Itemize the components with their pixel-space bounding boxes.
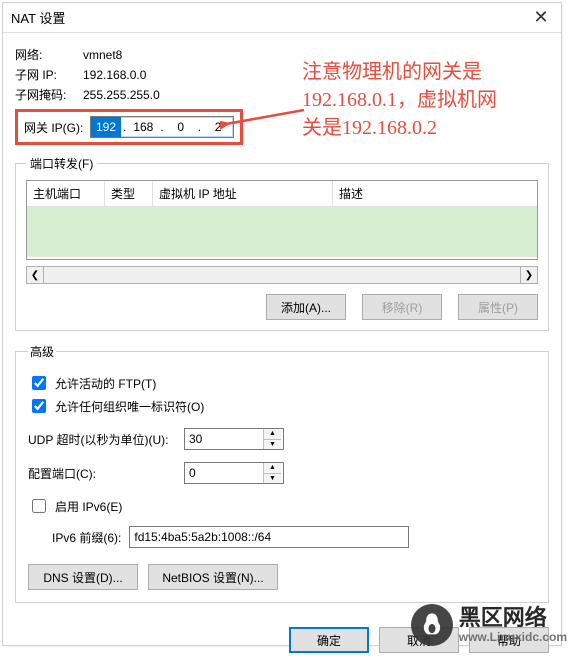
gateway-octet-3[interactable] <box>166 117 196 137</box>
port-forwarding-group: 端口转发(F) 主机端口 类型 虚拟机 IP 地址 描述 ❮ ❯ 添加(A)..… <box>15 155 549 331</box>
gateway-highlight-box: 网关 IP(G): . . . <box>15 109 243 145</box>
allow-active-ftp-checkbox[interactable] <box>32 376 46 390</box>
allow-active-ftp-label: 允许活动的 FTP(T) <box>55 375 156 392</box>
gateway-ip-input[interactable]: . . . <box>90 116 234 138</box>
udp-timeout-row: UDP 超时(以秒为单位)(U): ▲ ▼ <box>28 428 536 450</box>
port-forwarding-table[interactable]: 主机端口 类型 虚拟机 IP 地址 描述 <box>26 180 538 260</box>
subnet-mask-row: 子网掩码: 255.255.255.0 <box>15 86 549 103</box>
scroll-right-icon[interactable]: ❯ <box>520 266 538 284</box>
subnet-mask-value: 255.255.255.0 <box>83 88 160 102</box>
ip-dot: . <box>158 120 165 134</box>
network-row: 网络: vmnet8 <box>15 46 549 63</box>
udp-timeout-spinner[interactable]: ▲ ▼ <box>184 428 284 450</box>
spin-up-icon[interactable]: ▲ <box>264 429 281 439</box>
network-value: vmnet8 <box>83 48 122 62</box>
spin-down-icon[interactable]: ▼ <box>264 473 281 484</box>
spin-up-icon[interactable]: ▲ <box>264 463 281 473</box>
scroll-left-icon[interactable]: ❮ <box>26 266 44 284</box>
col-host-port[interactable]: 主机端口 <box>27 181 105 206</box>
watermark: 黑区网络 www.Linuxidc.com <box>411 604 567 646</box>
enable-ipv6-label: 启用 IPv6(E) <box>55 498 122 515</box>
watermark-url: www.Linuxidc.com <box>459 631 567 644</box>
enable-ipv6-row[interactable]: 启用 IPv6(E) <box>28 496 536 516</box>
network-label: 网络: <box>15 46 83 63</box>
dns-settings-button[interactable]: DNS 设置(D)... <box>28 564 138 590</box>
table-body-empty[interactable] <box>27 207 537 257</box>
watermark-text: 黑区网络 www.Linuxidc.com <box>459 606 567 643</box>
col-desc[interactable]: 描述 <box>333 181 537 206</box>
titlebar: NAT 设置 ✕ <box>3 3 561 33</box>
allow-any-oui-checkbox[interactable] <box>32 399 46 413</box>
subnet-ip-value: 192.168.0.0 <box>83 68 146 82</box>
col-type[interactable]: 类型 <box>105 181 153 206</box>
gateway-octet-4[interactable] <box>203 117 233 137</box>
ok-button[interactable]: 确定 <box>289 627 369 653</box>
content-area: 网络: vmnet8 子网 IP: 192.168.0.0 子网掩码: 255.… <box>3 33 561 619</box>
ipv6-prefix-label: IPv6 前缀(6): <box>52 529 121 546</box>
gateway-row: 网关 IP(G): . . . <box>15 109 549 145</box>
subnet-ip-label: 子网 IP: <box>15 66 83 83</box>
close-icon[interactable]: ✕ <box>529 7 553 28</box>
remove-button: 移除(R) <box>362 294 442 320</box>
config-port-row: 配置端口(C): ▲ ▼ <box>28 462 536 484</box>
allow-any-oui-label: 允许任何组织唯一标识符(O) <box>55 398 204 415</box>
allow-active-ftp-row[interactable]: 允许活动的 FTP(T) <box>28 373 536 393</box>
nat-settings-dialog: NAT 设置 ✕ 网络: vmnet8 子网 IP: 192.168.0.0 子… <box>2 2 562 646</box>
col-vm-ip[interactable]: 虚拟机 IP 地址 <box>153 181 333 206</box>
watermark-logo-icon <box>411 604 453 646</box>
netbios-settings-button[interactable]: NetBIOS 设置(N)... <box>148 564 278 590</box>
gateway-label: 网关 IP(G): <box>24 119 90 136</box>
watermark-name: 黑区网络 <box>459 606 567 630</box>
gateway-octet-1[interactable] <box>91 117 121 137</box>
subnet-ip-row: 子网 IP: 192.168.0.0 <box>15 66 549 83</box>
horizontal-scrollbar[interactable]: ❮ ❯ <box>26 266 538 284</box>
gateway-octet-2[interactable] <box>128 117 158 137</box>
scroll-track[interactable] <box>44 266 520 284</box>
allow-any-oui-row[interactable]: 允许任何组织唯一标识符(O) <box>28 396 536 416</box>
ip-dot: . <box>196 120 203 134</box>
udp-timeout-input[interactable] <box>185 429 263 449</box>
subnet-mask-label: 子网掩码: <box>15 86 83 103</box>
port-forwarding-legend: 端口转发(F) <box>26 155 97 172</box>
properties-button: 属性(P) <box>458 294 538 320</box>
ipv6-prefix-input[interactable] <box>129 526 409 548</box>
add-button[interactable]: 添加(A)... <box>266 294 346 320</box>
spin-down-icon[interactable]: ▼ <box>264 439 281 450</box>
enable-ipv6-checkbox[interactable] <box>32 499 46 513</box>
advanced-group: 高级 允许活动的 FTP(T) 允许任何组织唯一标识符(O) UDP 超时(以秒… <box>15 343 549 603</box>
table-header: 主机端口 类型 虚拟机 IP 地址 描述 <box>27 181 537 207</box>
ipv6-prefix-row: IPv6 前缀(6): <box>52 526 536 548</box>
dialog-title: NAT 设置 <box>11 8 65 27</box>
config-port-spinner[interactable]: ▲ ▼ <box>184 462 284 484</box>
advanced-legend: 高级 <box>28 343 56 360</box>
config-port-input[interactable] <box>185 463 263 483</box>
udp-timeout-label: UDP 超时(以秒为单位)(U): <box>28 431 178 448</box>
config-port-label: 配置端口(C): <box>28 465 178 482</box>
ip-dot: . <box>121 120 128 134</box>
port-forwarding-buttons: 添加(A)... 移除(R) 属性(P) <box>26 294 538 320</box>
